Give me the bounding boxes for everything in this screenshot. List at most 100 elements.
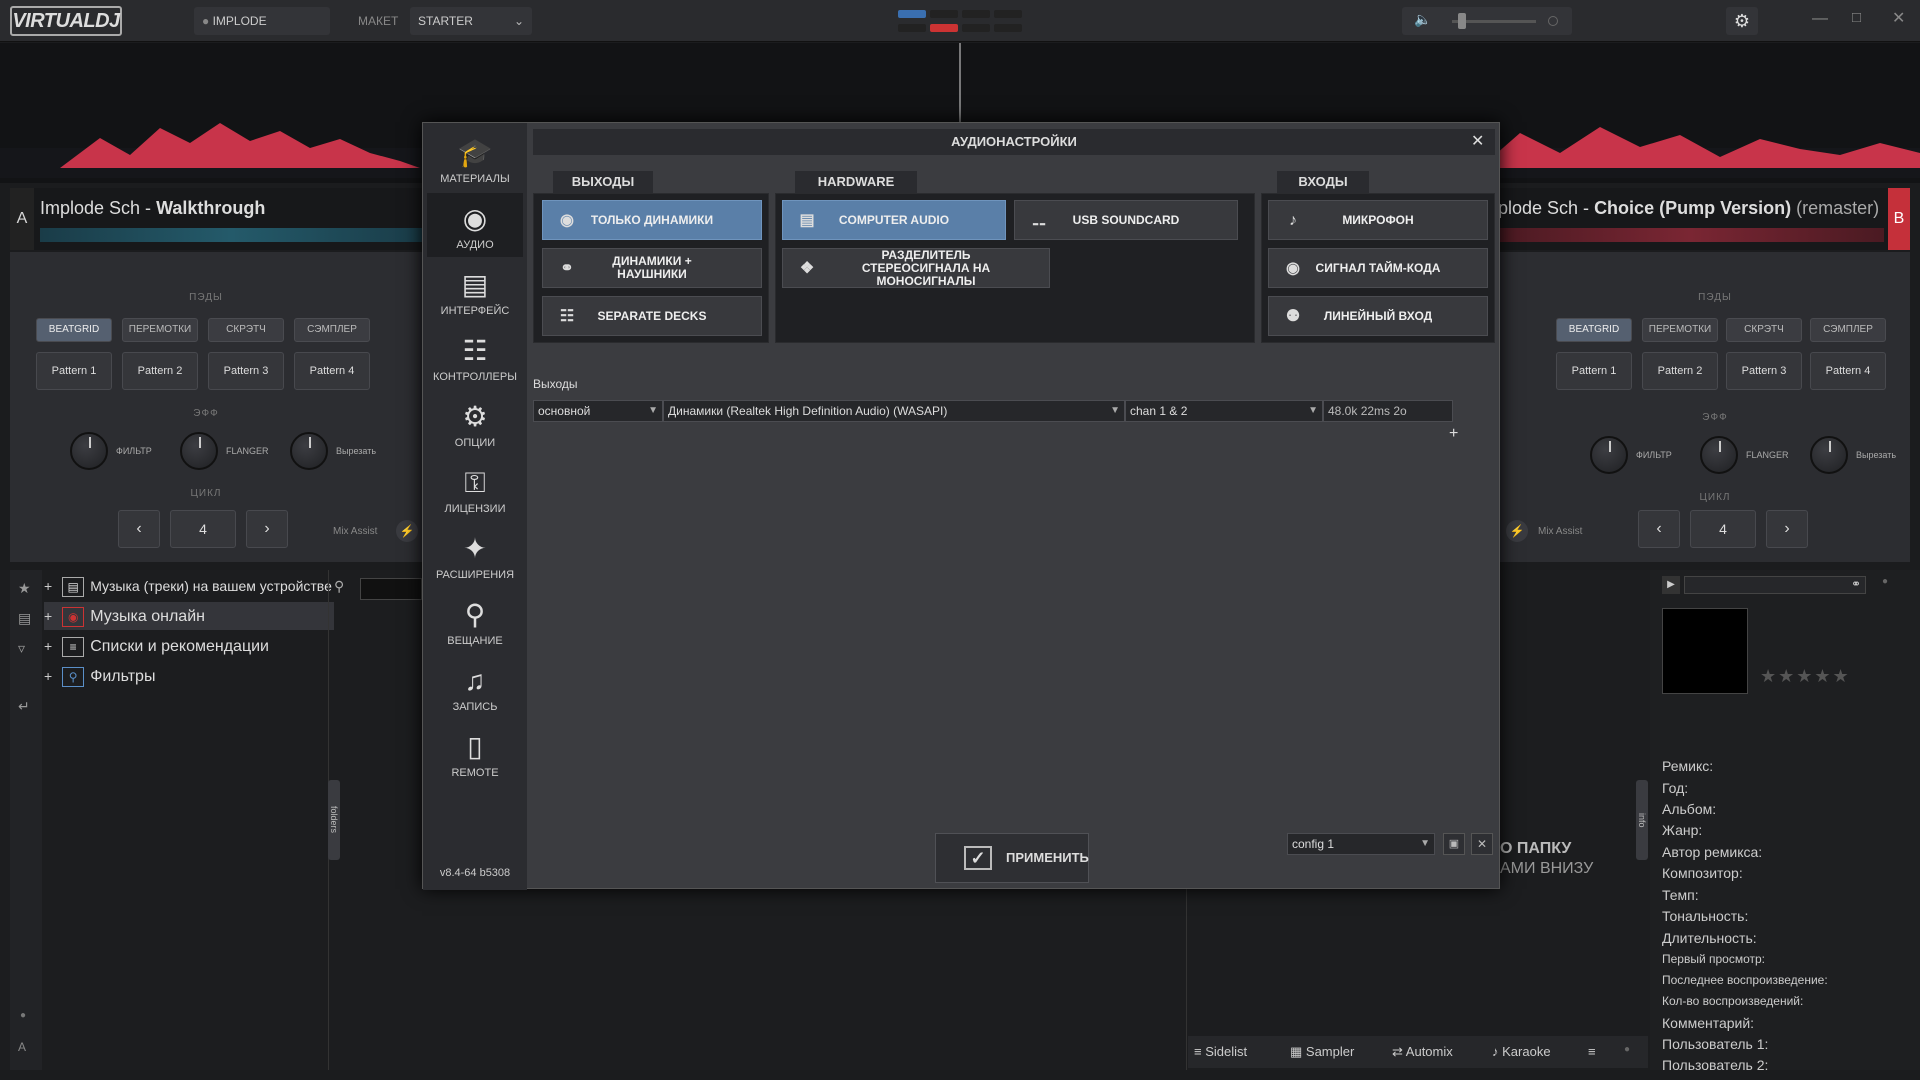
tree-item-filters[interactable]: + ⚲ Фильтры: [44, 662, 334, 690]
pad-mode-cues[interactable]: ПЕРЕМОТКИ: [1642, 318, 1718, 342]
output-separate-decks-button[interactable]: ☷ SEPARATE DECKS: [542, 296, 762, 336]
sidebar-item-interface[interactable]: ▤ ИНТЕРФЕЙС: [427, 259, 523, 323]
filter-knob[interactable]: [70, 432, 108, 470]
add-output-plus-icon[interactable]: +: [1449, 425, 1458, 443]
filter-icon[interactable]: ▿: [18, 640, 25, 657]
back-icon[interactable]: ↵: [18, 698, 30, 715]
automix-button[interactable]: ⇄ Automix: [1392, 1044, 1453, 1060]
empty-folder-hint-1: О ПАПКУ: [1500, 840, 1572, 857]
sampler-button[interactable]: ▦ Sampler: [1290, 1044, 1354, 1060]
pattern-3-button[interactable]: Pattern 3: [1726, 352, 1802, 390]
pad-mode-sampler[interactable]: СЭМПЛЕР: [294, 318, 370, 342]
flanger-knob[interactable]: [1700, 436, 1738, 474]
pattern-3-button[interactable]: Pattern 3: [208, 352, 284, 390]
cut-knob[interactable]: [290, 432, 328, 470]
loop-prev-button[interactable]: ‹: [1638, 510, 1680, 548]
layout-dropdown[interactable]: STARTER ⌄: [410, 7, 532, 35]
search-icon[interactable]: ⚲: [334, 578, 344, 595]
close-icon[interactable]: ✕: [1892, 8, 1905, 28]
output-latency-info[interactable]: 48.0k 22ms 2o: [1323, 400, 1453, 422]
output-channels-select[interactable]: chan 1 & 2 ▼: [1125, 400, 1323, 422]
dot-icon[interactable]: ●: [1624, 1044, 1630, 1055]
pattern-4-button[interactable]: Pattern 4: [1810, 352, 1886, 390]
info-key: Тональность:: [1662, 908, 1749, 924]
preview-bar[interactable]: ⚭: [1684, 576, 1866, 594]
pattern-2-button[interactable]: Pattern 2: [122, 352, 198, 390]
rating-stars-icon[interactable]: ★★★★★: [1760, 666, 1851, 687]
pad-mode-scratch[interactable]: СКРЭТЧ: [208, 318, 284, 342]
pattern-2-button[interactable]: Pattern 2: [1642, 352, 1718, 390]
tree-item-lists[interactable]: + ≡ Списки и рекомендации: [44, 632, 334, 660]
cut-knob[interactable]: [1810, 436, 1848, 474]
sidebar-item-controllers[interactable]: ☷ КОНТРОЛЛЕРЫ: [427, 325, 523, 389]
pattern-1-button[interactable]: Pattern 1: [36, 352, 112, 390]
pad-mode-beatgrid[interactable]: BEATGRID: [36, 318, 112, 342]
input-timecode-button[interactable]: ◉ СИГНАЛ ТАЙМ-КОДА: [1268, 248, 1488, 288]
deck-a-mini-waveform[interactable]: [40, 228, 422, 242]
skin-user-button[interactable]: ● IMPLODE: [194, 7, 330, 35]
loop-size[interactable]: 4: [1690, 510, 1756, 548]
info-bpm: Темп:: [1662, 887, 1699, 903]
sidebar-item-remote[interactable]: ▯ REMOTE: [427, 721, 523, 785]
sidelist-button[interactable]: ≡ Sidelist: [1194, 1044, 1247, 1059]
output-device-select[interactable]: Динамики (Realtek High Definition Audio)…: [663, 400, 1125, 422]
pattern-1-button[interactable]: Pattern 1: [1556, 352, 1632, 390]
sidebar-item-record[interactable]: ♫ ЗАПИСЬ: [427, 655, 523, 719]
computer-audio-button[interactable]: ▤ COMPUTER AUDIO: [782, 200, 1006, 240]
info-length: Длительность:: [1662, 930, 1757, 946]
loop-size[interactable]: 4: [170, 510, 236, 548]
font-size-icon[interactable]: A: [18, 1040, 26, 1054]
dot-icon[interactable]: ●: [20, 1010, 26, 1021]
tree-item-online-music[interactable]: + ◉ Музыка онлайн: [44, 602, 334, 630]
minimize-icon[interactable]: —: [1812, 10, 1828, 28]
close-icon[interactable]: ✕: [1471, 131, 1484, 151]
volume-slider-handle[interactable]: [1458, 13, 1466, 29]
tree-item-local-music[interactable]: + ▤ Музыка (треки) на вашем устройстве: [44, 572, 334, 600]
input-microphone-button[interactable]: ♪ МИКРОФОН: [1268, 200, 1488, 240]
deck-b-controls: ПЭДЫ BEATGRID ПЕРЕМОТКИ СКРЭТЧ СЭМПЛЕР P…: [1500, 252, 1910, 562]
playlist-icon[interactable]: ≡: [1588, 1044, 1596, 1059]
info-tab[interactable]: info: [1636, 780, 1648, 860]
output-speakers-only-button[interactable]: ◉ ТОЛЬКО ДИНАМИКИ: [542, 200, 762, 240]
pad-mode-sampler[interactable]: СЭМПЛЕР: [1810, 318, 1886, 342]
loop-next-button[interactable]: ›: [246, 510, 288, 548]
star-icon[interactable]: ★: [18, 580, 31, 597]
sidebar-item-audio[interactable]: ◉ АУДИО: [427, 193, 523, 257]
dot-icon[interactable]: ●: [1882, 576, 1888, 587]
loop-next-button[interactable]: ›: [1766, 510, 1808, 548]
sidebar-item-broadcast[interactable]: ⚲ ВЕЩАНИЕ: [427, 589, 523, 653]
output-type-select[interactable]: основной ▼: [533, 400, 663, 422]
loop-prev-button[interactable]: ‹: [118, 510, 160, 548]
play-preview-icon[interactable]: ▶: [1662, 576, 1680, 594]
output-speakers-headphones-button[interactable]: ⚭ ДИНАМИКИ + НАУШНИКИ: [542, 248, 762, 288]
folder-icon[interactable]: ▤: [18, 610, 31, 627]
pad-mode-cues[interactable]: ПЕРЕМОТКИ: [122, 318, 198, 342]
karaoke-button[interactable]: ♪ Karaoke: [1492, 1044, 1551, 1059]
sidebar-item-licenses[interactable]: ⚿ ЛИЦЕНЗИИ: [427, 457, 523, 521]
settings-gear-icon[interactable]: ⚙: [1726, 7, 1758, 35]
folders-tab[interactable]: folders: [328, 780, 340, 860]
mix-assist-icon[interactable]: ⚡: [1506, 520, 1528, 542]
filter-knob[interactable]: [1590, 436, 1628, 474]
pad-mode-scratch[interactable]: СКРЭТЧ: [1726, 318, 1802, 342]
sidebar-item-options[interactable]: ⚙ ОПЦИИ: [427, 391, 523, 455]
pad-mode-beatgrid[interactable]: BEATGRID: [1556, 318, 1632, 342]
deck-layout-indicator[interactable]: [898, 10, 1026, 34]
search-input[interactable]: [360, 578, 422, 600]
config-select[interactable]: config 1 ▼: [1287, 833, 1435, 855]
usb-soundcard-button[interactable]: ⚋ USB SOUNDCARD: [1014, 200, 1238, 240]
sidebar-item-materials[interactable]: 🎓 МАТЕРИАЛЫ: [427, 127, 523, 191]
save-config-icon[interactable]: ▣: [1443, 833, 1465, 855]
sidebar-item-extensions[interactable]: ✦ РАСШИРЕНИЯ: [427, 523, 523, 587]
pattern-4-button[interactable]: Pattern 4: [294, 352, 370, 390]
delete-config-icon[interactable]: ✕: [1471, 833, 1493, 855]
mix-assist-icon[interactable]: ⚡: [396, 520, 418, 542]
inputs-group: ♪ МИКРОФОН ◉ СИГНАЛ ТАЙМ-КОДА ⚉ ЛИНЕЙНЫЙ ВХ…: [1261, 193, 1495, 343]
flanger-knob[interactable]: [180, 432, 218, 470]
maximize-icon[interactable]: □: [1852, 9, 1861, 26]
master-volume[interactable]: 🔈: [1402, 7, 1572, 35]
deck-b-mini-waveform[interactable]: [1496, 228, 1884, 242]
apply-button[interactable]: ✓ ПРИМЕНИТЬ: [935, 833, 1089, 883]
input-line-in-button[interactable]: ⚉ ЛИНЕЙНЫЙ ВХОД: [1268, 296, 1488, 336]
stereo-splitter-button[interactable]: ❖ РАЗДЕЛИТЕЛЬ СТЕРЕОСИГНАЛА НА МОНОСИГНАЛ…: [782, 248, 1050, 288]
